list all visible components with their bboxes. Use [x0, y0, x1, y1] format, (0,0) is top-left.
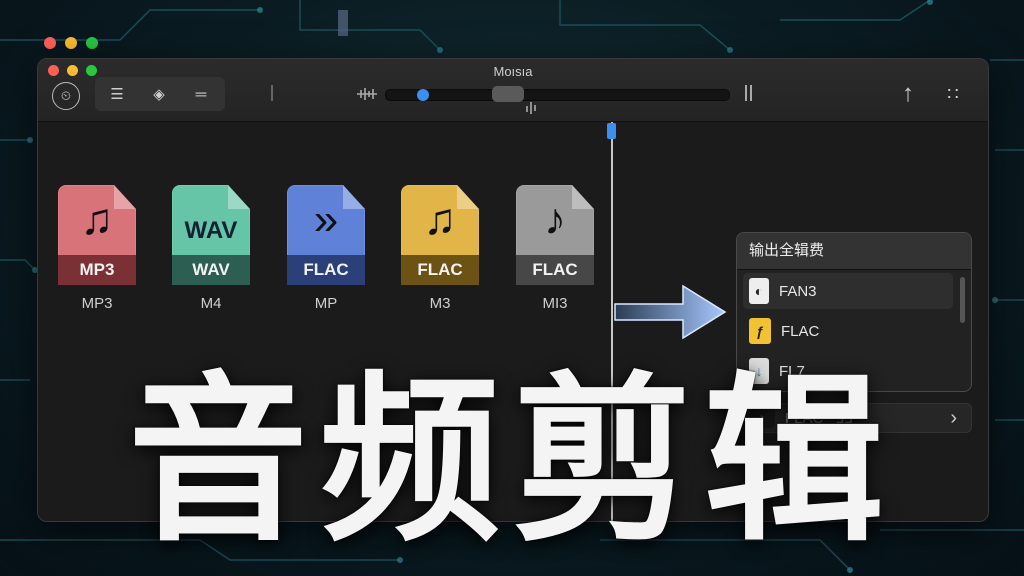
- format-option-fan3[interactable]: ◐ FAN3: [743, 273, 953, 309]
- file-glyph: ♪: [544, 195, 566, 244]
- document-icon: ◐: [749, 278, 769, 304]
- file-item[interactable]: ♫ FLAC M3: [401, 185, 481, 312]
- flac-format-icon: ƒ: [749, 318, 771, 344]
- file-name-label: M4: [200, 295, 222, 312]
- file-name-label: MP3: [81, 295, 113, 312]
- waveform-marker-icon: [526, 102, 536, 114]
- eye-icon: ◈: [153, 86, 165, 103]
- zoom-dot: [86, 37, 98, 49]
- end-marker-icon: [745, 85, 752, 101]
- minimize-dot: [65, 37, 77, 49]
- more-button[interactable]: ∷: [938, 79, 968, 109]
- toolbar: Moısıa ⏲ ☰ ◈ ═ ↑ ∷: [38, 59, 988, 122]
- panel-scrollbar[interactable]: [960, 277, 965, 323]
- position-knob[interactable]: [416, 89, 429, 101]
- view-button[interactable]: ◈: [139, 77, 179, 111]
- file-name-label: MP: [314, 295, 338, 312]
- timer-icon: ⏲: [60, 88, 72, 103]
- file-format-band: FLAC: [516, 255, 594, 285]
- wav-icon: WAV WAV: [172, 185, 250, 285]
- close-dot: [44, 37, 56, 49]
- format-option-flac[interactable]: ƒ FLAC: [743, 313, 953, 349]
- timer-button[interactable]: ⏲: [52, 82, 80, 110]
- music-note-icon: ♫ MP3: [58, 185, 136, 285]
- file-glyph: ♫: [423, 195, 457, 244]
- waveform-small-icon: [357, 88, 377, 100]
- file-format-band: MP3: [58, 255, 136, 285]
- format-option-label: FAN3: [779, 282, 817, 300]
- file-item[interactable]: WAV WAV M4: [172, 185, 252, 312]
- tool-segment: ☰ ◈ ═: [95, 77, 225, 111]
- toolbar-divider: [271, 85, 273, 101]
- split-icon: ☰: [110, 86, 124, 103]
- format-option-label: FLAC: [781, 322, 820, 340]
- file-glyph: ♫: [80, 195, 114, 244]
- headline-title: 音频剪辑: [127, 357, 896, 566]
- upload-arrow-icon: ↑: [902, 80, 914, 107]
- play-arrows-icon: » FLAC: [287, 185, 365, 285]
- file-format-band: FLAC: [287, 255, 365, 285]
- audio-file-icon: ♪ FLAC: [516, 185, 594, 285]
- trim-button[interactable]: ═: [181, 77, 221, 111]
- music-note-icon: ♫ FLAC: [401, 185, 479, 285]
- range-thumb[interactable]: [492, 86, 525, 102]
- file-name-label: MI3: [542, 295, 568, 312]
- playhead-handle[interactable]: [607, 123, 616, 139]
- trim-icon: ═: [195, 85, 207, 103]
- file-glyph: »: [313, 195, 339, 244]
- file-format-band: WAV: [172, 255, 250, 285]
- export-panel-title: 输出全辑费: [737, 233, 971, 270]
- file-type-text: WAV: [184, 217, 238, 244]
- file-name-label: M3: [429, 295, 451, 312]
- more-dots-icon: ∷: [947, 83, 959, 104]
- timeline-slider[interactable]: [385, 86, 730, 102]
- background-window-controls: [44, 37, 98, 49]
- file-item[interactable]: ♫ MP3 MP3: [58, 185, 138, 312]
- file-format-band: FLAC: [401, 255, 479, 285]
- file-item[interactable]: » FLAC MP: [287, 185, 367, 312]
- file-item[interactable]: ♪ FLAC MI3: [516, 185, 596, 312]
- split-button[interactable]: ☰: [97, 77, 137, 111]
- page-fold: [228, 185, 250, 209]
- arrow-right-icon: [614, 284, 727, 340]
- share-button[interactable]: ↑: [893, 79, 923, 109]
